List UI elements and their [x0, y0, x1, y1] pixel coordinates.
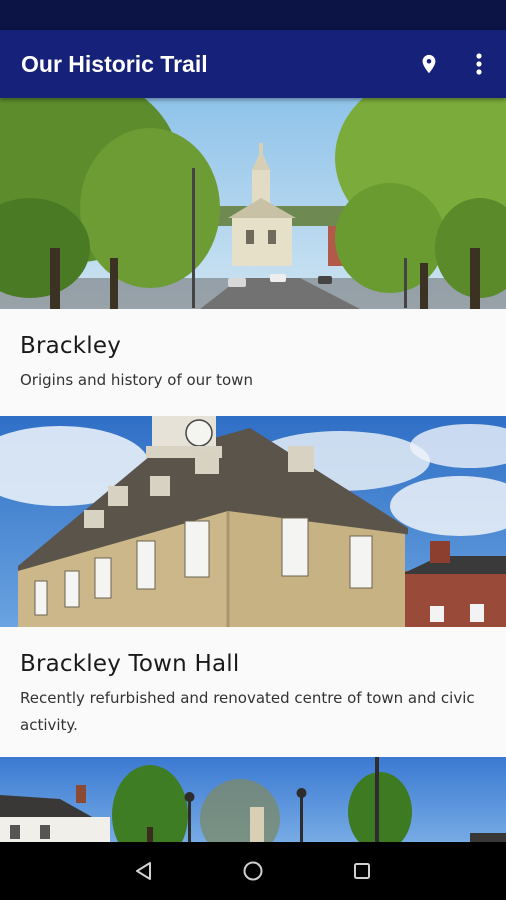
- back-icon: [136, 862, 152, 880]
- card-title: Brackley: [20, 333, 122, 359]
- location-pin-icon: [422, 54, 436, 74]
- system-nav-bar: [0, 842, 506, 900]
- nav-back-button[interactable]: [124, 851, 164, 891]
- card-body: Brackley Origins and history of our town: [0, 309, 506, 416]
- trail-card-3[interactable]: [0, 757, 506, 842]
- trail-card-town-hall[interactable]: Brackley Town Hall Recently refurbished …: [0, 416, 506, 757]
- card-body: Brackley Town Hall Recently refurbished …: [0, 627, 506, 757]
- location-button[interactable]: [407, 42, 451, 86]
- home-icon: [243, 861, 263, 881]
- app-bar: Our Historic Trail: [0, 30, 506, 98]
- card-description: Recently refurbished and renovated centr…: [20, 689, 475, 734]
- more-vert-icon: [476, 53, 482, 75]
- trail-card-brackley[interactable]: Brackley Origins and history of our town: [0, 98, 506, 416]
- town-hall-photo: [0, 416, 506, 627]
- brackley-street-photo: [0, 98, 506, 309]
- app-title: Our Historic Trail: [21, 50, 208, 77]
- nav-home-button[interactable]: [233, 851, 273, 891]
- trail-list[interactable]: Brackley Origins and history of our town: [0, 98, 506, 842]
- status-bar: [0, 0, 506, 30]
- card-title: Brackley Town Hall: [20, 651, 240, 677]
- nav-recents-button[interactable]: [342, 851, 382, 891]
- street-lamps-photo: [0, 757, 506, 842]
- recents-icon: [353, 863, 370, 879]
- overflow-menu-button[interactable]: [457, 42, 501, 86]
- card-description: Origins and history of our town: [20, 371, 253, 389]
